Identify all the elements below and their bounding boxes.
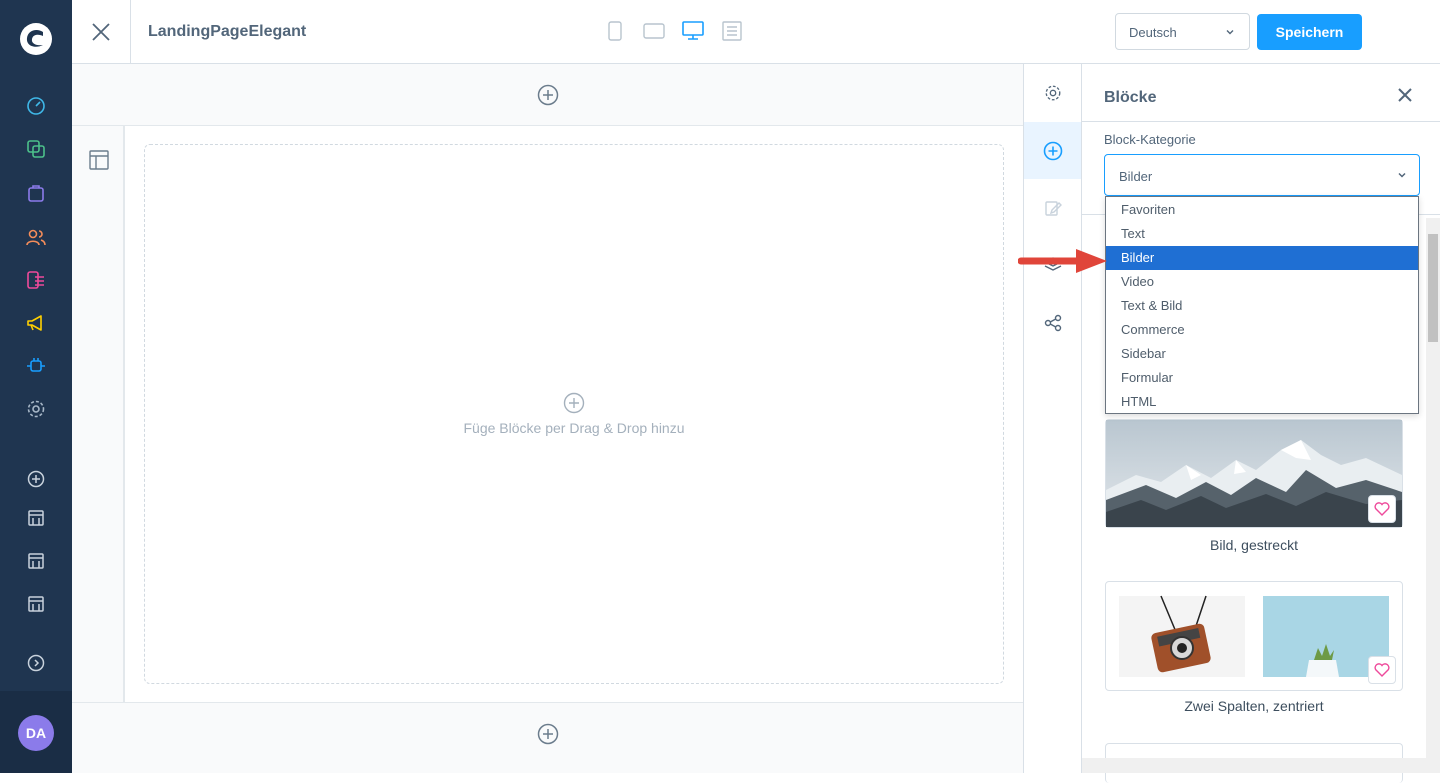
orders-icon[interactable] xyxy=(24,181,48,205)
sidebar-tab-strip xyxy=(1023,64,1082,773)
annotation-arrow-icon xyxy=(1018,246,1110,276)
dropzone-hint: Füge Blöcke per Drag & Drop hinzu xyxy=(463,420,685,436)
language-select[interactable]: Deutsch xyxy=(1115,13,1250,50)
extensions-icon[interactable] xyxy=(24,354,48,378)
page-canvas: Füge Blöcke per Drag & Drop hinzu xyxy=(72,64,1023,773)
dropdown-option-video[interactable]: Video xyxy=(1106,270,1418,294)
favorite-heart-icon[interactable] xyxy=(1368,656,1396,684)
add-section-bottom xyxy=(72,702,1023,764)
panel-scrollbar[interactable] xyxy=(1426,218,1440,773)
tablet-icon[interactable] xyxy=(643,20,665,42)
add-block-icon[interactable] xyxy=(1024,122,1081,179)
category-select-value: Bilder xyxy=(1119,169,1153,184)
section-layout-icon[interactable] xyxy=(89,150,109,170)
add-sales-channel-icon[interactable] xyxy=(24,467,48,491)
scrollbar-thumb[interactable] xyxy=(1428,234,1438,342)
sales-channel-icon[interactable] xyxy=(24,549,48,573)
close-icon[interactable] xyxy=(1398,88,1412,102)
share-icon[interactable] xyxy=(1024,294,1081,351)
settings-icon[interactable] xyxy=(24,397,48,421)
category-label: Block-Kategorie xyxy=(1104,132,1196,147)
viewport-switcher xyxy=(604,20,743,42)
marketing-icon[interactable] xyxy=(24,311,48,335)
content-icon[interactable] xyxy=(24,268,48,292)
add-section-icon[interactable] xyxy=(537,723,559,745)
catalogue-icon[interactable] xyxy=(24,137,48,161)
block-dropzone[interactable]: Füge Blöcke per Drag & Drop hinzu xyxy=(144,144,1004,684)
save-button[interactable]: Speichern xyxy=(1257,14,1362,50)
category-dropdown-list: Favoriten Text Bilder Video Text & Bild … xyxy=(1105,196,1419,414)
dropdown-option-text-bild[interactable]: Text & Bild xyxy=(1106,294,1418,318)
dropdown-option-commerce[interactable]: Commerce xyxy=(1106,318,1418,342)
block-card-label: Zwei Spalten, zentriert xyxy=(1184,698,1324,714)
section-body: Füge Blöcke per Drag & Drop hinzu xyxy=(125,126,1023,702)
page-section: Füge Blöcke per Drag & Drop hinzu xyxy=(72,126,1023,702)
panel-title: Blöcke xyxy=(1104,89,1157,106)
close-icon[interactable] xyxy=(72,0,131,64)
list-icon[interactable] xyxy=(721,20,743,42)
dropdown-option-bilder[interactable]: Bilder xyxy=(1106,246,1418,270)
block-card-image-stretched[interactable] xyxy=(1105,419,1403,528)
dropdown-option-formular[interactable]: Formular xyxy=(1106,366,1418,390)
main-navigation: DA xyxy=(0,0,72,773)
add-section-top xyxy=(72,64,1023,126)
add-block-icon[interactable] xyxy=(563,392,585,414)
panel-header: Blöcke xyxy=(1082,64,1440,122)
avatar[interactable]: DA xyxy=(18,715,54,751)
settings-icon[interactable] xyxy=(1024,64,1081,121)
dropdown-option-text[interactable]: Text xyxy=(1106,222,1418,246)
edit-icon[interactable] xyxy=(1024,179,1081,236)
sales-channel-icon[interactable] xyxy=(24,592,48,616)
mobile-icon[interactable] xyxy=(604,20,626,42)
dropdown-option-favoriten[interactable]: Favoriten xyxy=(1106,198,1418,222)
dropdown-option-html[interactable]: HTML xyxy=(1106,390,1418,414)
language-select-value: Deutsch xyxy=(1129,25,1177,40)
dashboard-icon[interactable] xyxy=(24,94,48,118)
block-card-two-columns[interactable] xyxy=(1105,581,1403,691)
category-select[interactable]: Bilder xyxy=(1104,154,1420,196)
sales-channel-icon[interactable] xyxy=(24,506,48,530)
block-card-label: Bild, gestreckt xyxy=(1210,537,1298,553)
chevron-down-icon xyxy=(1225,27,1235,37)
shopware-logo-icon[interactable] xyxy=(19,22,53,56)
customers-icon[interactable] xyxy=(24,225,48,249)
desktop-icon[interactable] xyxy=(682,20,704,42)
horizontal-scrollbar[interactable] xyxy=(1082,758,1426,773)
two-column-images xyxy=(1119,595,1389,677)
mountain-image xyxy=(1106,420,1402,527)
add-section-icon[interactable] xyxy=(537,84,559,106)
expand-icon[interactable] xyxy=(24,651,48,675)
page-title: LandingPageElegant xyxy=(148,23,307,40)
chevron-down-icon xyxy=(1397,170,1407,180)
favorite-heart-icon[interactable] xyxy=(1368,495,1396,523)
dropdown-option-sidebar[interactable]: Sidebar xyxy=(1106,342,1418,366)
top-bar: LandingPageElegant Deutsch Speichern xyxy=(72,0,1440,64)
section-sidebar xyxy=(72,126,125,702)
